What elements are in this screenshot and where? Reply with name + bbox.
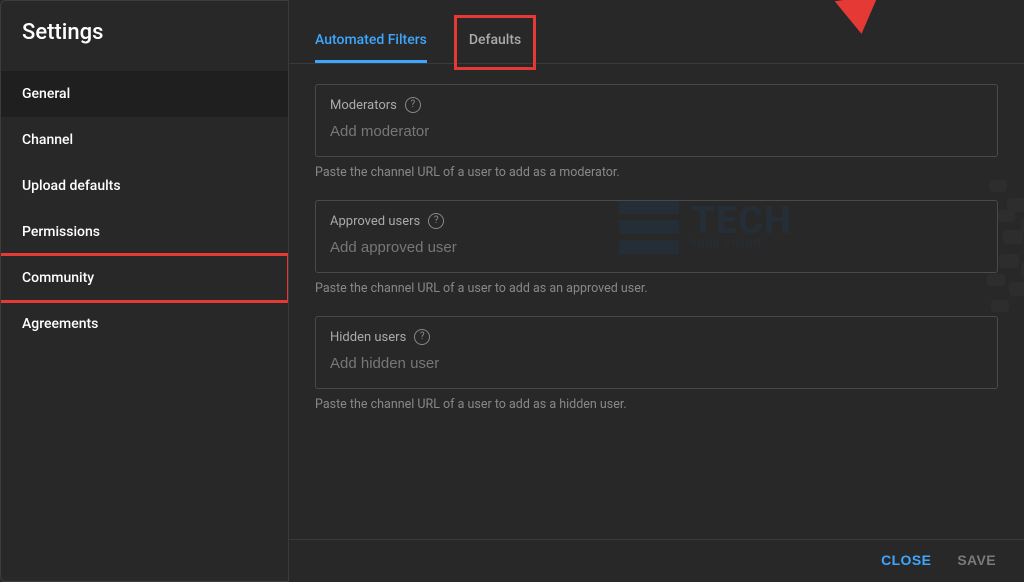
moderators-label-row: Moderators ?: [330, 97, 983, 113]
page-title: Settings: [22, 20, 266, 45]
moderators-input[interactable]: [330, 123, 983, 140]
hidden-input[interactable]: [330, 355, 983, 372]
approved-label-row: Approved users ?: [330, 213, 983, 229]
sidebar-nav: General Channel Upload defaults Permissi…: [0, 71, 288, 347]
sidebar-item-general[interactable]: General: [0, 71, 288, 117]
dialog-footer: CLOSE SAVE: [289, 539, 1024, 582]
help-icon[interactable]: ?: [414, 329, 430, 345]
hidden-hint: Paste the channel URL of a user to add a…: [315, 397, 998, 412]
moderators-field-box: Moderators ?: [315, 84, 998, 157]
sidebar-item-upload-defaults[interactable]: Upload defaults: [0, 163, 288, 209]
help-icon[interactable]: ?: [405, 97, 421, 113]
content-scroll[interactable]: Automated Filters Defaults Moderators ? …: [289, 0, 1024, 539]
hidden-field-box: Hidden users ?: [315, 316, 998, 389]
close-button[interactable]: CLOSE: [881, 552, 931, 568]
moderators-section: Moderators ? Paste the channel URL of a …: [315, 84, 998, 180]
sidebar-item-channel[interactable]: Channel: [0, 117, 288, 163]
hidden-label-row: Hidden users ?: [330, 329, 983, 345]
hidden-users-section: Hidden users ? Paste the channel URL of …: [315, 316, 998, 412]
annotation-arrow-icon: [835, 0, 884, 37]
approved-label: Approved users: [330, 214, 420, 229]
approved-input[interactable]: [330, 239, 983, 256]
approved-field-box: Approved users ?: [315, 200, 998, 273]
main-panel: Automated Filters Defaults Moderators ? …: [289, 0, 1024, 582]
sidebar-item-permissions[interactable]: Permissions: [0, 209, 288, 255]
save-button[interactable]: SAVE: [957, 552, 996, 568]
moderators-hint: Paste the channel URL of a user to add a…: [315, 165, 998, 180]
help-icon[interactable]: ?: [428, 213, 444, 229]
settings-sidebar: Settings General Channel Upload defaults…: [0, 0, 288, 582]
moderators-label: Moderators: [330, 98, 397, 113]
sidebar-header: Settings: [0, 0, 288, 71]
approved-hint: Paste the channel URL of a user to add a…: [315, 281, 998, 296]
tab-automated-filters[interactable]: Automated Filters: [315, 22, 427, 63]
sidebar-item-agreements[interactable]: Agreements: [0, 301, 288, 347]
approved-users-section: Approved users ? Paste the channel URL o…: [315, 200, 998, 296]
tab-defaults[interactable]: Defaults: [461, 22, 529, 63]
sidebar-item-community[interactable]: Community: [0, 255, 288, 301]
hidden-label: Hidden users: [330, 330, 406, 345]
tabs-bar: Automated Filters Defaults: [289, 0, 1024, 64]
sections-container: Moderators ? Paste the channel URL of a …: [289, 64, 1024, 422]
